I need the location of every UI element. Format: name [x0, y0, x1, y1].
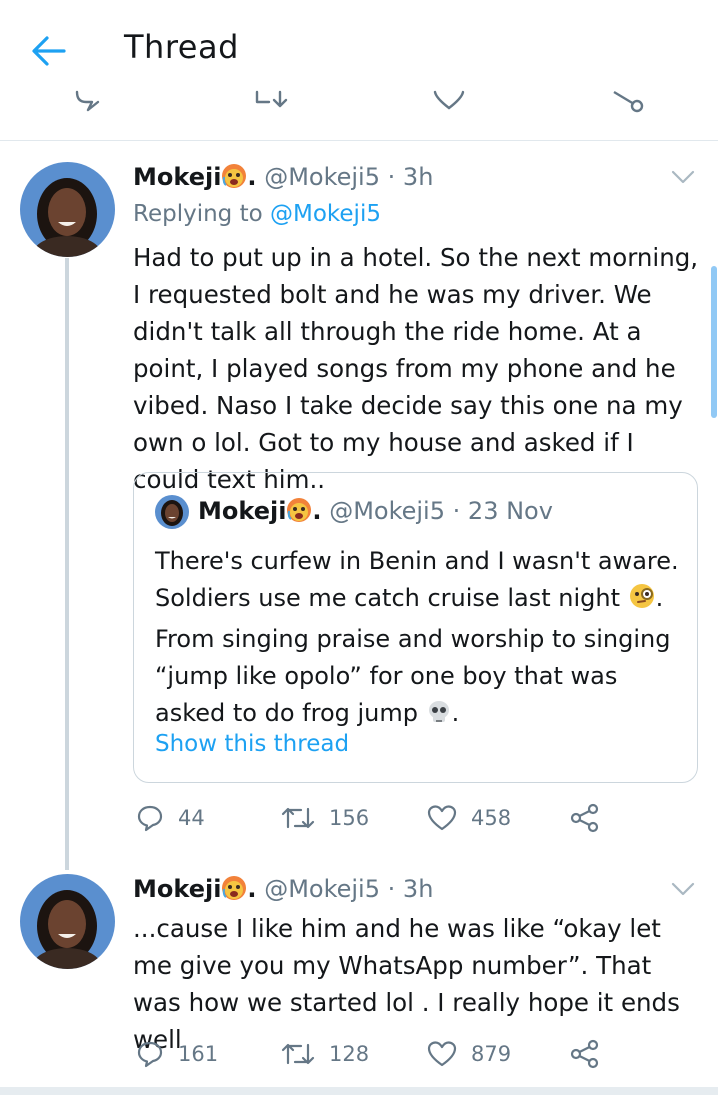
scrollbar[interactable] [711, 266, 717, 418]
tweet-actions: 44 156 458 [133, 798, 703, 838]
like-button[interactable]: 879 [427, 1034, 511, 1074]
monocle-face-emoji-icon [628, 582, 656, 621]
chevron-down-icon[interactable] [670, 168, 696, 186]
tweet-header: Mokeji. @Mokeji5 · 3h [133, 875, 433, 907]
handle[interactable]: @Mokeji5 [264, 163, 380, 191]
share-button[interactable] [570, 1034, 600, 1074]
display-name[interactable]: Mokeji [133, 163, 221, 191]
retweet-count: 128 [329, 1042, 370, 1066]
tweet-header: Mokeji. @Mokeji5 · 3h [133, 163, 433, 195]
retweet-button[interactable]: 156 [281, 798, 369, 838]
divider [0, 1087, 718, 1095]
tweet-text: Had to put up in a hotel. So the next mo… [133, 243, 699, 494]
replying-to: Replying to @Mokeji5 [133, 201, 381, 227]
reply-icon [137, 1041, 163, 1068]
heart-icon [427, 1041, 457, 1067]
reply-icon [137, 805, 163, 832]
reply-count: 161 [178, 1042, 219, 1066]
quoted-tweet[interactable]: Mokeji. @Mokeji5 · 23 Nov There's curfew… [133, 472, 698, 783]
tweet[interactable]: Mokeji. @Mokeji5 · 3h ...cause I like hi… [0, 870, 718, 1087]
retweet-icon [281, 1043, 315, 1065]
hot-face-emoji-icon [221, 875, 247, 907]
hot-face-emoji-icon [286, 497, 312, 529]
retweet-button[interactable]: 128 [281, 1034, 369, 1074]
like-count: 879 [471, 1042, 512, 1066]
like-button[interactable]: 458 [427, 798, 511, 838]
quoted-tweet-header: Mokeji. @Mokeji5 · 23 Nov [198, 497, 553, 529]
tweet[interactable]: Mokeji. @Mokeji5 · 3h Replying to @Mokej… [0, 0, 718, 870]
share-icon [570, 1039, 599, 1069]
hot-face-emoji-icon [221, 163, 247, 195]
mention-link[interactable]: @Mokeji5 [270, 201, 381, 227]
retweet-icon [281, 807, 315, 829]
quoted-avatar [155, 495, 189, 529]
avatar[interactable] [20, 874, 115, 969]
timestamp[interactable]: 3h [403, 875, 433, 903]
like-count: 458 [471, 806, 512, 830]
reply-count: 44 [178, 806, 205, 830]
quoted-tweet-text: There's curfew in Benin and I wasn't awa… [155, 543, 685, 736]
chevron-down-icon[interactable] [670, 880, 696, 898]
share-icon [570, 803, 599, 833]
handle[interactable]: @Mokeji5 [264, 875, 380, 903]
heart-icon [427, 805, 457, 831]
skull-emoji-icon [426, 699, 452, 736]
share-button[interactable] [570, 798, 600, 838]
show-thread-link[interactable]: Show this thread [155, 731, 349, 757]
tweet-actions: 161 128 879 [133, 1034, 703, 1074]
quoted-display-name: Mokeji [198, 497, 287, 525]
retweet-count: 156 [329, 806, 370, 830]
display-name[interactable]: Mokeji [133, 875, 221, 903]
quoted-handle: @Mokeji5 [329, 497, 445, 525]
quoted-timestamp: 23 Nov [467, 497, 553, 525]
reply-button[interactable]: 44 [136, 798, 205, 838]
timestamp[interactable]: 3h [403, 163, 433, 191]
avatar[interactable] [20, 162, 115, 257]
reply-button[interactable]: 161 [136, 1034, 218, 1074]
